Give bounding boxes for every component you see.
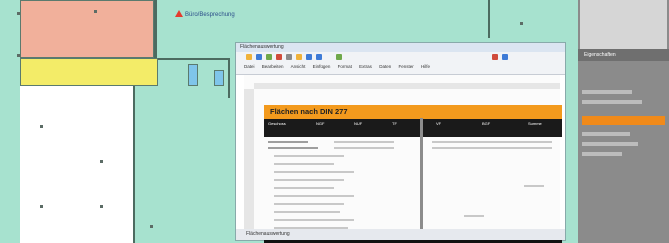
- column-marker: [17, 12, 20, 15]
- table-row[interactable]: [432, 141, 552, 143]
- menu-item[interactable]: Format: [338, 64, 352, 69]
- window-title: Flächenauswertung: [240, 44, 284, 50]
- menu-item[interactable]: Bearbeiten: [262, 64, 284, 69]
- header-cell: BGF: [482, 121, 491, 126]
- table-row[interactable]: [274, 179, 344, 181]
- location-marker-icon[interactable]: [175, 10, 183, 17]
- column-marker: [40, 205, 43, 208]
- room-blue[interactable]: [188, 64, 198, 86]
- header-cell: Summe: [528, 121, 542, 126]
- chart-icon[interactable]: [336, 54, 342, 60]
- save-icon[interactable]: [256, 54, 262, 60]
- menu-item[interactable]: Datei: [244, 64, 255, 69]
- header-cell: NUF: [354, 121, 363, 126]
- close-icon[interactable]: [492, 54, 498, 60]
- table-row[interactable]: [464, 215, 484, 217]
- table-header: Geschoss NGF NUF TF VF BGF Summe: [264, 119, 562, 137]
- redo-icon[interactable]: [316, 54, 322, 60]
- room-yellow[interactable]: [20, 58, 158, 86]
- room-label[interactable]: Büro/Besprechung: [185, 12, 235, 18]
- spreadsheet-window[interactable]: Flächenauswertung Datei Bearbeiten Ansic…: [236, 43, 565, 243]
- table-row[interactable]: [274, 163, 334, 165]
- menu-item[interactable]: Fenster: [398, 64, 413, 69]
- column-marker: [17, 54, 20, 57]
- copy-icon[interactable]: [286, 54, 292, 60]
- side-panel: Eigenschaften: [578, 0, 669, 243]
- wall: [154, 0, 157, 58]
- table-row[interactable]: [524, 185, 544, 187]
- side-panel-row[interactable]: [582, 132, 630, 136]
- header-cell: VF: [436, 121, 442, 126]
- header-cell: Geschoss: [268, 121, 286, 126]
- column-marker: [40, 125, 43, 128]
- room-blue-2[interactable]: [214, 70, 224, 86]
- table-row[interactable]: [274, 195, 354, 197]
- side-panel-list[interactable]: [580, 0, 667, 49]
- screen: Büro/Besprechung Eigenschaften Flächenau…: [0, 0, 669, 243]
- room-salmon[interactable]: [20, 0, 154, 58]
- wall: [488, 0, 490, 38]
- side-panel-row[interactable]: [582, 90, 632, 94]
- menu-item[interactable]: Extras: [359, 64, 372, 69]
- help-icon[interactable]: [502, 54, 508, 60]
- table-row[interactable]: [432, 147, 552, 149]
- cut-icon[interactable]: [276, 54, 282, 60]
- sheet-grid[interactable]: Flächen nach DIN 277 Geschoss NGF NUF TF…: [244, 75, 562, 243]
- side-panel-selected-item[interactable]: [582, 116, 665, 125]
- wall: [158, 58, 228, 60]
- sheet-tab-bar: Flächenauswertung: [236, 229, 565, 240]
- column-marker: [100, 160, 103, 163]
- menu-bar[interactable]: Datei Bearbeiten Ansicht Einfügen Format…: [244, 64, 430, 69]
- table-row[interactable]: [274, 187, 334, 189]
- table-row[interactable]: [274, 203, 344, 205]
- side-panel-row[interactable]: [582, 142, 638, 146]
- undo-icon[interactable]: [306, 54, 312, 60]
- table-row[interactable]: [274, 211, 340, 213]
- table-row[interactable]: [334, 141, 394, 143]
- table-row[interactable]: [334, 147, 394, 149]
- table-row[interactable]: [268, 141, 308, 143]
- table-row[interactable]: [274, 219, 354, 221]
- paste-icon[interactable]: [296, 54, 302, 60]
- column-marker: [94, 10, 97, 13]
- column-marker: [150, 225, 153, 228]
- room-white[interactable]: [20, 86, 134, 243]
- table-row[interactable]: [274, 171, 354, 173]
- open-icon[interactable]: [246, 54, 252, 60]
- pane-splitter[interactable]: [420, 118, 423, 243]
- print-icon[interactable]: [266, 54, 272, 60]
- menu-item[interactable]: Einfügen: [313, 64, 331, 69]
- wall: [228, 58, 230, 98]
- toolbar: Datei Bearbeiten Ansicht Einfügen Format…: [236, 52, 565, 75]
- menu-item[interactable]: Daten: [379, 64, 391, 69]
- sheet-tab-active[interactable]: Flächenauswertung: [246, 231, 290, 237]
- table-row[interactable]: [268, 147, 318, 149]
- menu-item[interactable]: Hilfe: [421, 64, 430, 69]
- sheet-title-band: Flächen nach DIN 277: [264, 105, 562, 119]
- menu-item[interactable]: Ansicht: [291, 64, 306, 69]
- column-marker: [100, 205, 103, 208]
- header-cell: TF: [392, 121, 397, 126]
- window-titlebar[interactable]: Flächenauswertung: [236, 43, 565, 52]
- side-panel-title: Eigenschaften: [584, 52, 616, 58]
- side-panel-row[interactable]: [582, 152, 622, 156]
- column-header[interactable]: [254, 83, 560, 89]
- sheet-title: Flächen nach DIN 277: [270, 107, 348, 116]
- side-panel-row[interactable]: [582, 100, 642, 104]
- header-cell: NGF: [316, 121, 325, 126]
- wall: [133, 86, 135, 243]
- row-header[interactable]: [244, 89, 254, 235]
- table-row[interactable]: [274, 155, 344, 157]
- column-marker: [520, 22, 523, 25]
